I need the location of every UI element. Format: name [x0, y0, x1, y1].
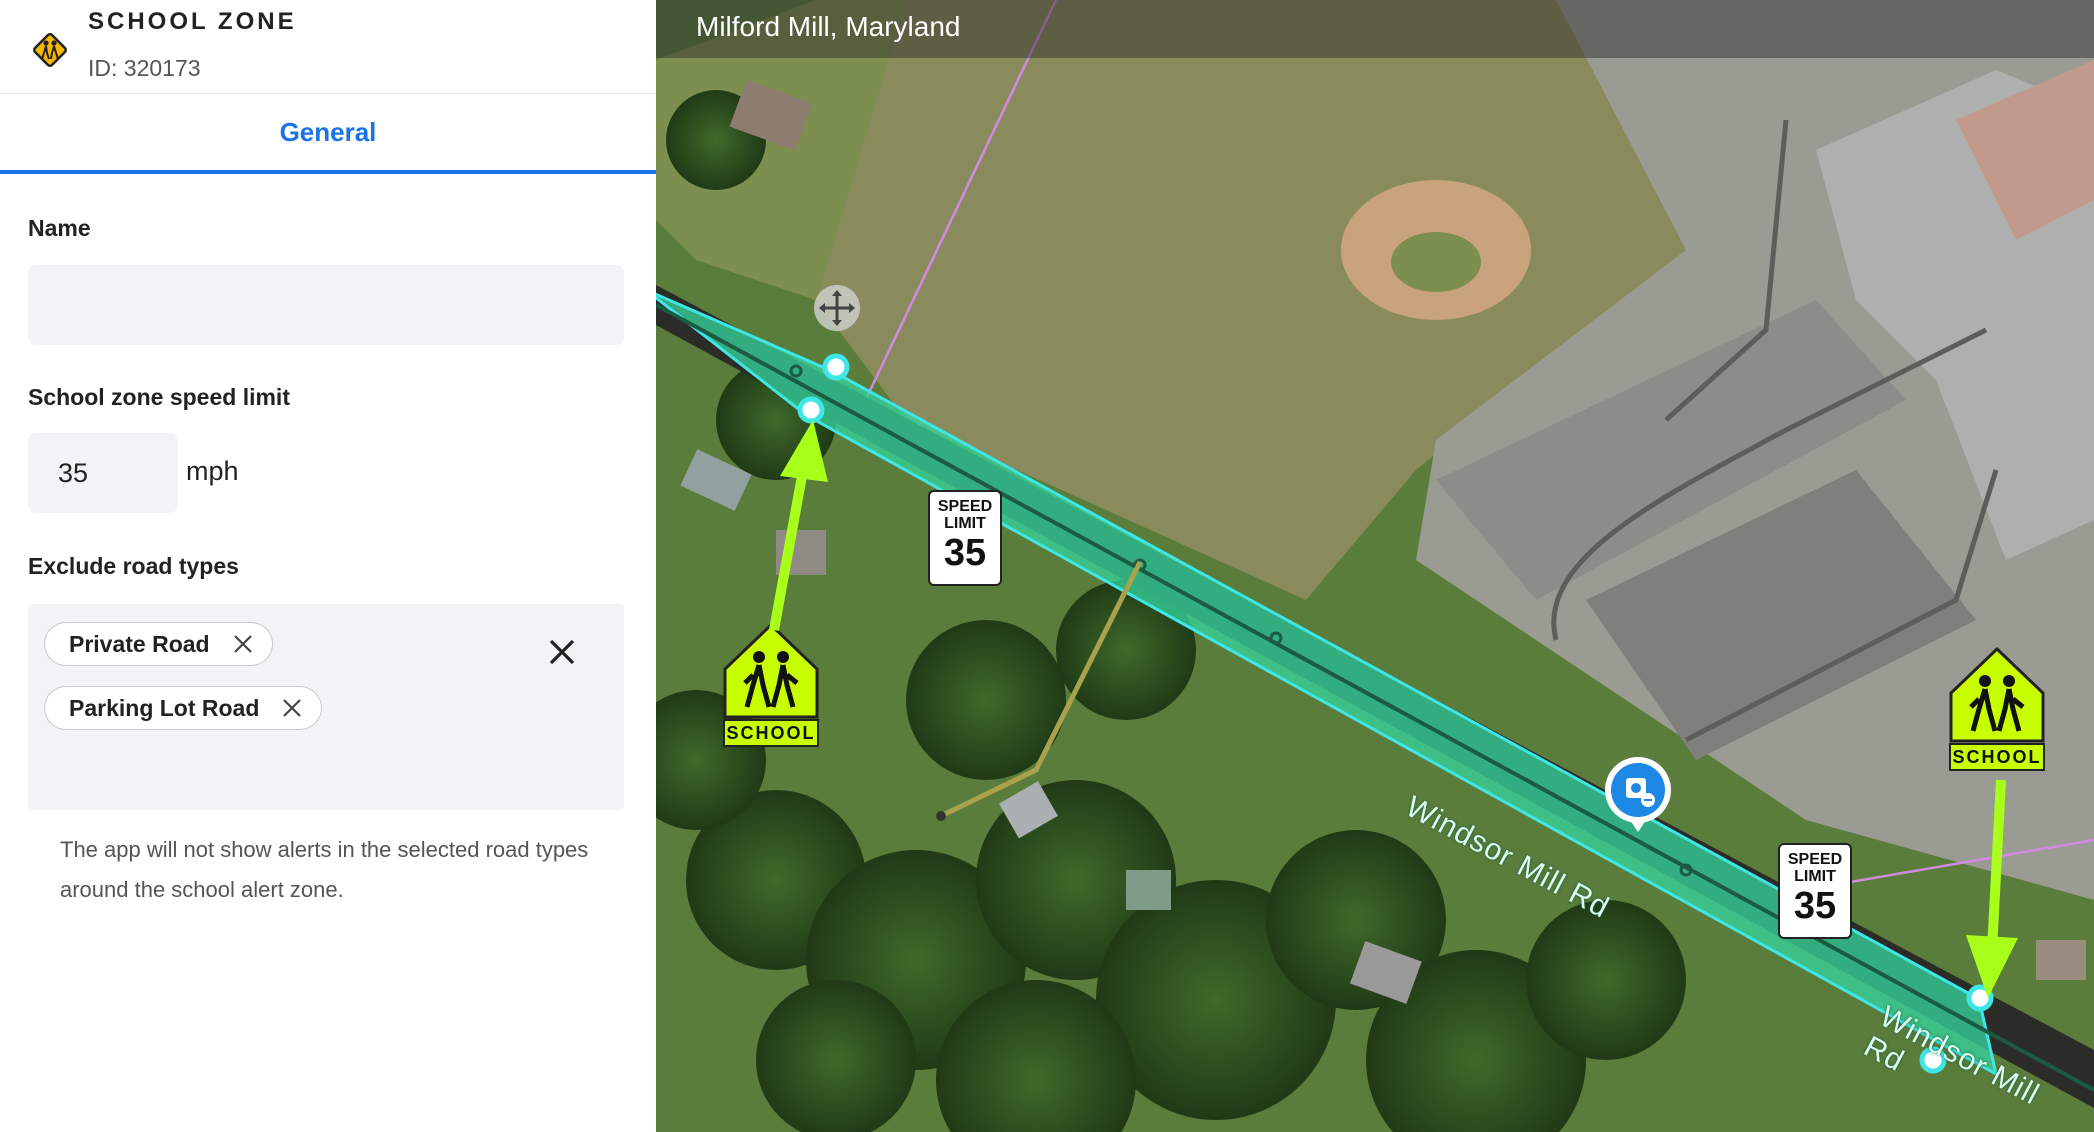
- map-location-title: Milford Mill, Maryland: [696, 11, 961, 42]
- school-sign-label: SCHOOL: [1949, 743, 2045, 771]
- help-text: The app will not show alerts in the sele…: [60, 837, 589, 902]
- exclude-road-types-select[interactable]: Private Road Parking Lot Road: [28, 604, 624, 810]
- clear-all-icon[interactable]: [544, 634, 580, 670]
- school-pedestrians-icon: [1949, 647, 2045, 743]
- page-title: SCHOOL ZONE: [88, 8, 297, 35]
- speed-sign-value: 35: [1793, 885, 1837, 927]
- exclude-road-types-label: Exclude road types: [28, 553, 239, 579]
- speed-sign-top: SPEED: [937, 498, 993, 515]
- map-title-bar: Milford Mill, Maryland: [656, 0, 2094, 58]
- school-sign-label: SCHOOL: [723, 719, 819, 747]
- name-label: Name: [28, 215, 91, 241]
- chip-label: Parking Lot Road: [69, 694, 260, 721]
- speed-sign-value: 35: [943, 532, 987, 574]
- tab-bar: General: [0, 94, 656, 174]
- speed-limit-label: School zone speed limit: [28, 384, 290, 410]
- panel-header: SCHOOL ZONE ID: 320173: [0, 0, 656, 94]
- speed-limit-sign: SPEED LIMIT 35: [1778, 843, 1852, 939]
- school-sign: SCHOOL: [723, 623, 819, 747]
- chip-parking-lot-road: Parking Lot Road: [44, 686, 323, 730]
- school-sign: SCHOOL: [1949, 647, 2045, 771]
- remove-chip-icon[interactable]: [281, 697, 303, 719]
- school-crossing-icon: [33, 33, 67, 67]
- chip-label: Private Road: [69, 630, 210, 657]
- remove-chip-icon[interactable]: [232, 633, 254, 655]
- satellite-map: [656, 0, 2094, 1132]
- tab-general[interactable]: General: [0, 94, 656, 170]
- move-handle-icon[interactable]: [813, 284, 861, 332]
- speed-sign-bottom: LIMIT: [944, 515, 986, 532]
- chip-private-road: Private Road: [44, 622, 273, 666]
- alert-camera-pin-icon[interactable]: [1602, 754, 1674, 834]
- map-view[interactable]: Windsor Mill Rd Windsor Mill Rd SPEED LI…: [656, 0, 2094, 1132]
- school-pedestrians-icon: [723, 623, 819, 719]
- speed-limit-sign: SPEED LIMIT 35: [928, 490, 1002, 586]
- name-input[interactable]: [28, 265, 624, 345]
- speed-sign-bottom: LIMIT: [1794, 868, 1836, 885]
- speed-limit-input[interactable]: [28, 433, 178, 513]
- details-panel: SCHOOL ZONE ID: 320173 General Name Scho…: [0, 0, 657, 1132]
- speed-sign-top: SPEED: [1787, 851, 1843, 868]
- zone-id: ID: 320173: [88, 55, 201, 81]
- speed-unit: mph: [186, 456, 239, 486]
